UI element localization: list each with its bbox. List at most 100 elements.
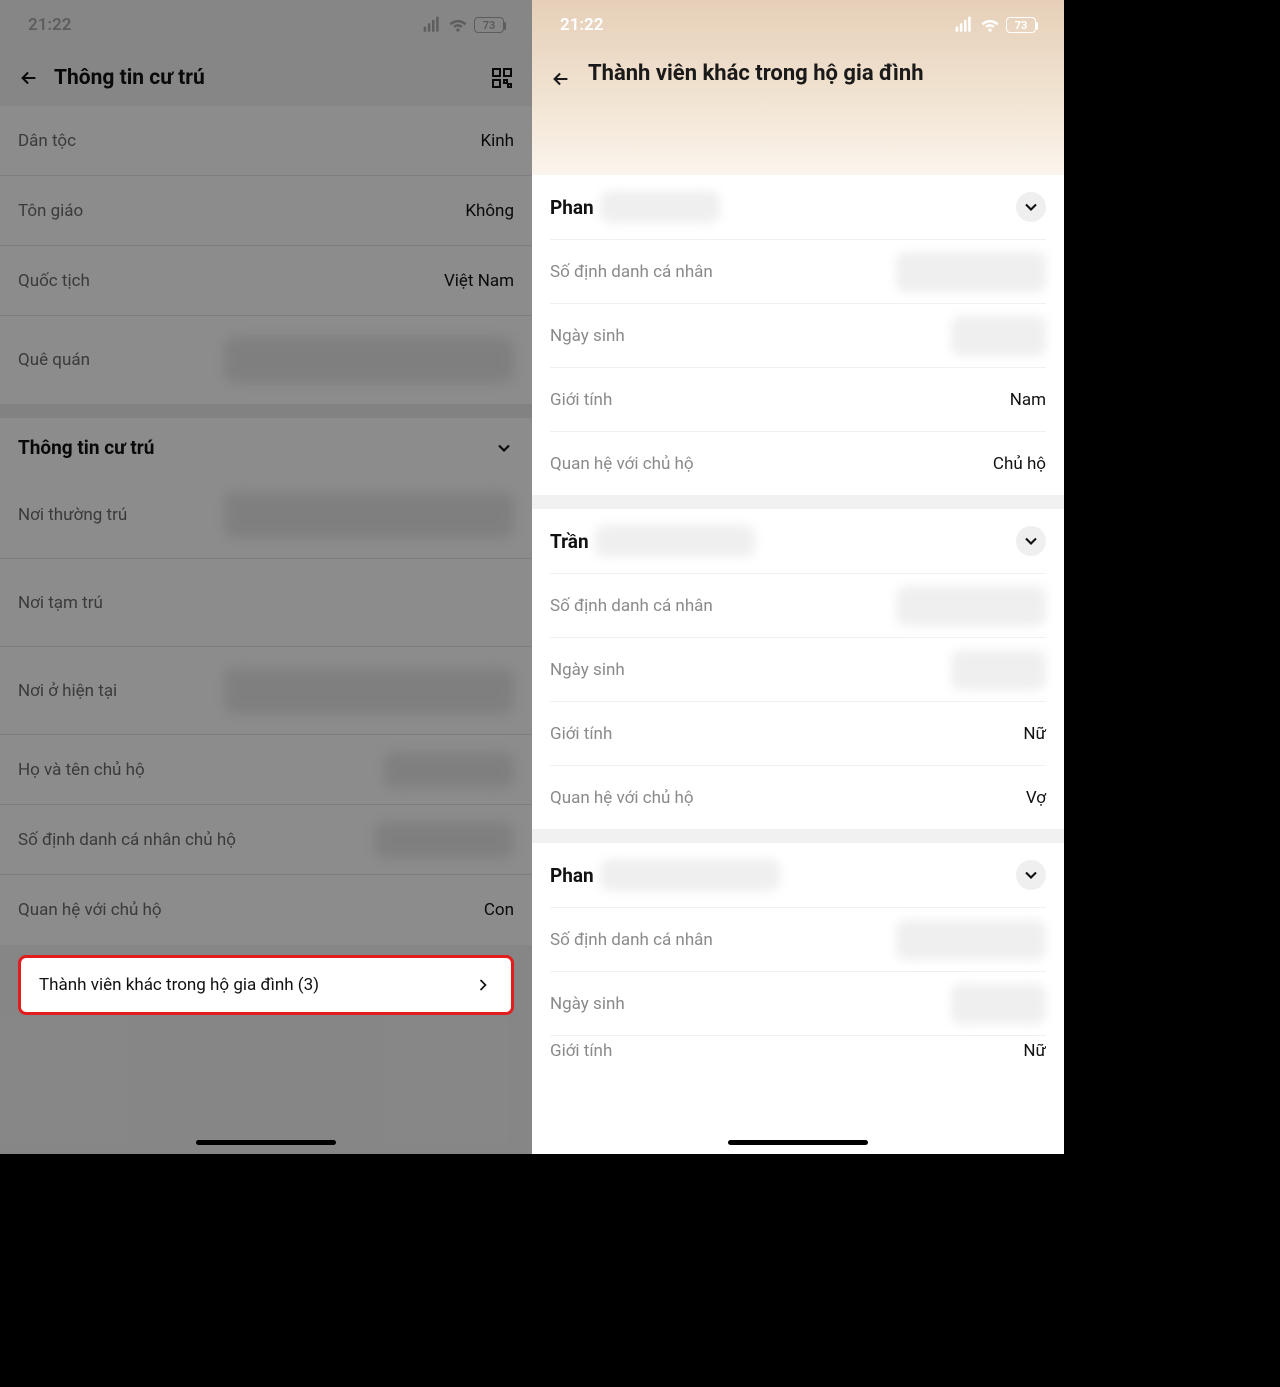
section-header[interactable]: Thông tin cư trú (0, 418, 532, 471)
member-row-dob: Ngày sinh (550, 971, 1046, 1035)
member-header[interactable]: Phan (550, 175, 1046, 239)
row-label: Giới tính (550, 390, 612, 410)
row-value: Chủ hộ (993, 454, 1046, 474)
wifi-icon (448, 15, 468, 35)
redacted-name (600, 859, 780, 891)
chevron-down-icon (1016, 192, 1046, 222)
row-label: Ngày sinh (550, 326, 625, 346)
section-gap (532, 495, 1064, 509)
member-row-dob: Ngày sinh (550, 637, 1046, 701)
button-label: Thành viên khác trong hộ gia đình (3) (39, 975, 319, 995)
redacted-value (896, 920, 1046, 960)
page-title: Thông tin cư trú (54, 66, 476, 90)
member-card: Phan Số định danh cá nhân Ngày sinh Giới… (532, 175, 1064, 495)
row-value: Nữ (1023, 724, 1046, 744)
battery-icon: 73 (474, 17, 504, 33)
member-name: Phan (550, 859, 780, 891)
member-row-relation: Quan hệ với chủ hộ Chủ hộ (550, 431, 1046, 495)
back-icon[interactable] (550, 60, 572, 90)
qr-icon[interactable] (490, 66, 514, 90)
signal-icon (422, 15, 442, 35)
row-current: Nơi ở hiện tại (0, 647, 532, 735)
name-prefix: Trần (550, 530, 589, 553)
row-label: Ngày sinh (550, 994, 625, 1014)
row-label: Giới tính (550, 724, 612, 744)
row-permanent: Nơi thường trú (0, 471, 532, 559)
row-label: Dân tộc (18, 131, 76, 151)
back-icon[interactable] (18, 67, 40, 89)
redacted-value (896, 586, 1046, 626)
status-time: 21:22 (560, 15, 603, 35)
status-icons: 73 (422, 15, 504, 35)
section-title: Thông tin cư trú (18, 436, 154, 459)
chevron-down-icon (494, 438, 514, 458)
member-row-id: Số định danh cá nhân (550, 573, 1046, 637)
section-gap (0, 404, 532, 418)
row-label: Quốc tịch (18, 271, 90, 291)
member-row-gender: Giới tính Nữ (550, 701, 1046, 765)
member-name: Phan (550, 191, 720, 223)
row-label: Ngày sinh (550, 660, 625, 680)
redacted-name (600, 191, 720, 223)
battery-icon: 73 (1006, 17, 1036, 33)
redacted-value (951, 650, 1046, 690)
home-indicator[interactable] (728, 1140, 868, 1145)
row-relation: Quan hệ với chủ hộ Con (0, 875, 532, 945)
member-row-relation: Quan hệ với chủ hộ Vợ (550, 765, 1046, 829)
row-label: Số định danh cá nhân (550, 596, 713, 616)
redacted-value (384, 752, 514, 788)
left-header: Thông tin cư trú (0, 50, 532, 106)
row-label: Số định danh cá nhân chủ hộ (18, 830, 236, 850)
member-row-gender-partial: Giới tính Nữ (550, 1035, 1046, 1065)
member-header[interactable]: Phan (550, 843, 1046, 907)
row-religion: Tôn giáo Không (0, 176, 532, 246)
row-value: Con (484, 900, 514, 920)
member-row-gender: Giới tính Nam (550, 367, 1046, 431)
row-label: Nơi tạm trú (18, 593, 103, 613)
member-card: Trần Số định danh cá nhân Ngày sinh Giới… (532, 509, 1064, 829)
status-icons: 73 (954, 15, 1036, 35)
other-members-button[interactable]: Thành viên khác trong hộ gia đình (3) (18, 955, 514, 1015)
row-temporary: Nơi tạm trú (0, 559, 532, 647)
redacted-value (951, 316, 1046, 356)
row-label: Quan hệ với chủ hộ (550, 788, 694, 808)
row-value: Kinh (480, 131, 514, 151)
row-hometown: Quê quán (0, 316, 532, 404)
left-phone-screen: 21:22 73 Thông tin cư trú Dân tộc Kinh T… (0, 0, 532, 1154)
member-name: Trần (550, 525, 755, 557)
name-prefix: Phan (550, 864, 594, 887)
wifi-icon (980, 15, 1000, 35)
row-label: Tôn giáo (18, 201, 83, 221)
row-label: Giới tính (550, 1041, 612, 1061)
right-header: Thành viên khác trong hộ gia đình (532, 50, 1064, 90)
redacted-value (896, 252, 1046, 292)
redacted-value (224, 668, 514, 714)
redacted-name (595, 525, 755, 557)
chevron-down-icon (1016, 860, 1046, 890)
member-card: Phan Số định danh cá nhân Ngày sinh Giới… (532, 843, 1064, 1065)
status-bar: 21:22 73 (0, 0, 532, 50)
home-indicator[interactable] (196, 1140, 336, 1145)
row-label: Số định danh cá nhân (550, 262, 713, 282)
signal-icon (954, 15, 974, 35)
member-row-dob: Ngày sinh (550, 303, 1046, 367)
row-head-id: Số định danh cá nhân chủ hộ (0, 805, 532, 875)
chevron-right-icon (473, 975, 493, 995)
member-row-id: Số định danh cá nhân (550, 239, 1046, 303)
status-bar: 21:22 73 (532, 0, 1064, 50)
member-row-id: Số định danh cá nhân (550, 907, 1046, 971)
row-nationality: Quốc tịch Việt Nam (0, 246, 532, 316)
redacted-value (951, 984, 1046, 1024)
section-gap (532, 829, 1064, 843)
row-ethnicity: Dân tộc Kinh (0, 106, 532, 176)
row-value: Không (465, 201, 514, 221)
redacted-value (224, 492, 514, 538)
redacted-value (374, 822, 514, 858)
row-value: Việt Nam (444, 271, 514, 291)
status-time: 21:22 (28, 15, 71, 35)
name-prefix: Phan (550, 196, 594, 219)
row-label: Quan hệ với chủ hộ (18, 900, 162, 920)
member-header[interactable]: Trần (550, 509, 1046, 573)
chevron-down-icon (1016, 526, 1046, 556)
row-value: Nam (1010, 390, 1046, 410)
